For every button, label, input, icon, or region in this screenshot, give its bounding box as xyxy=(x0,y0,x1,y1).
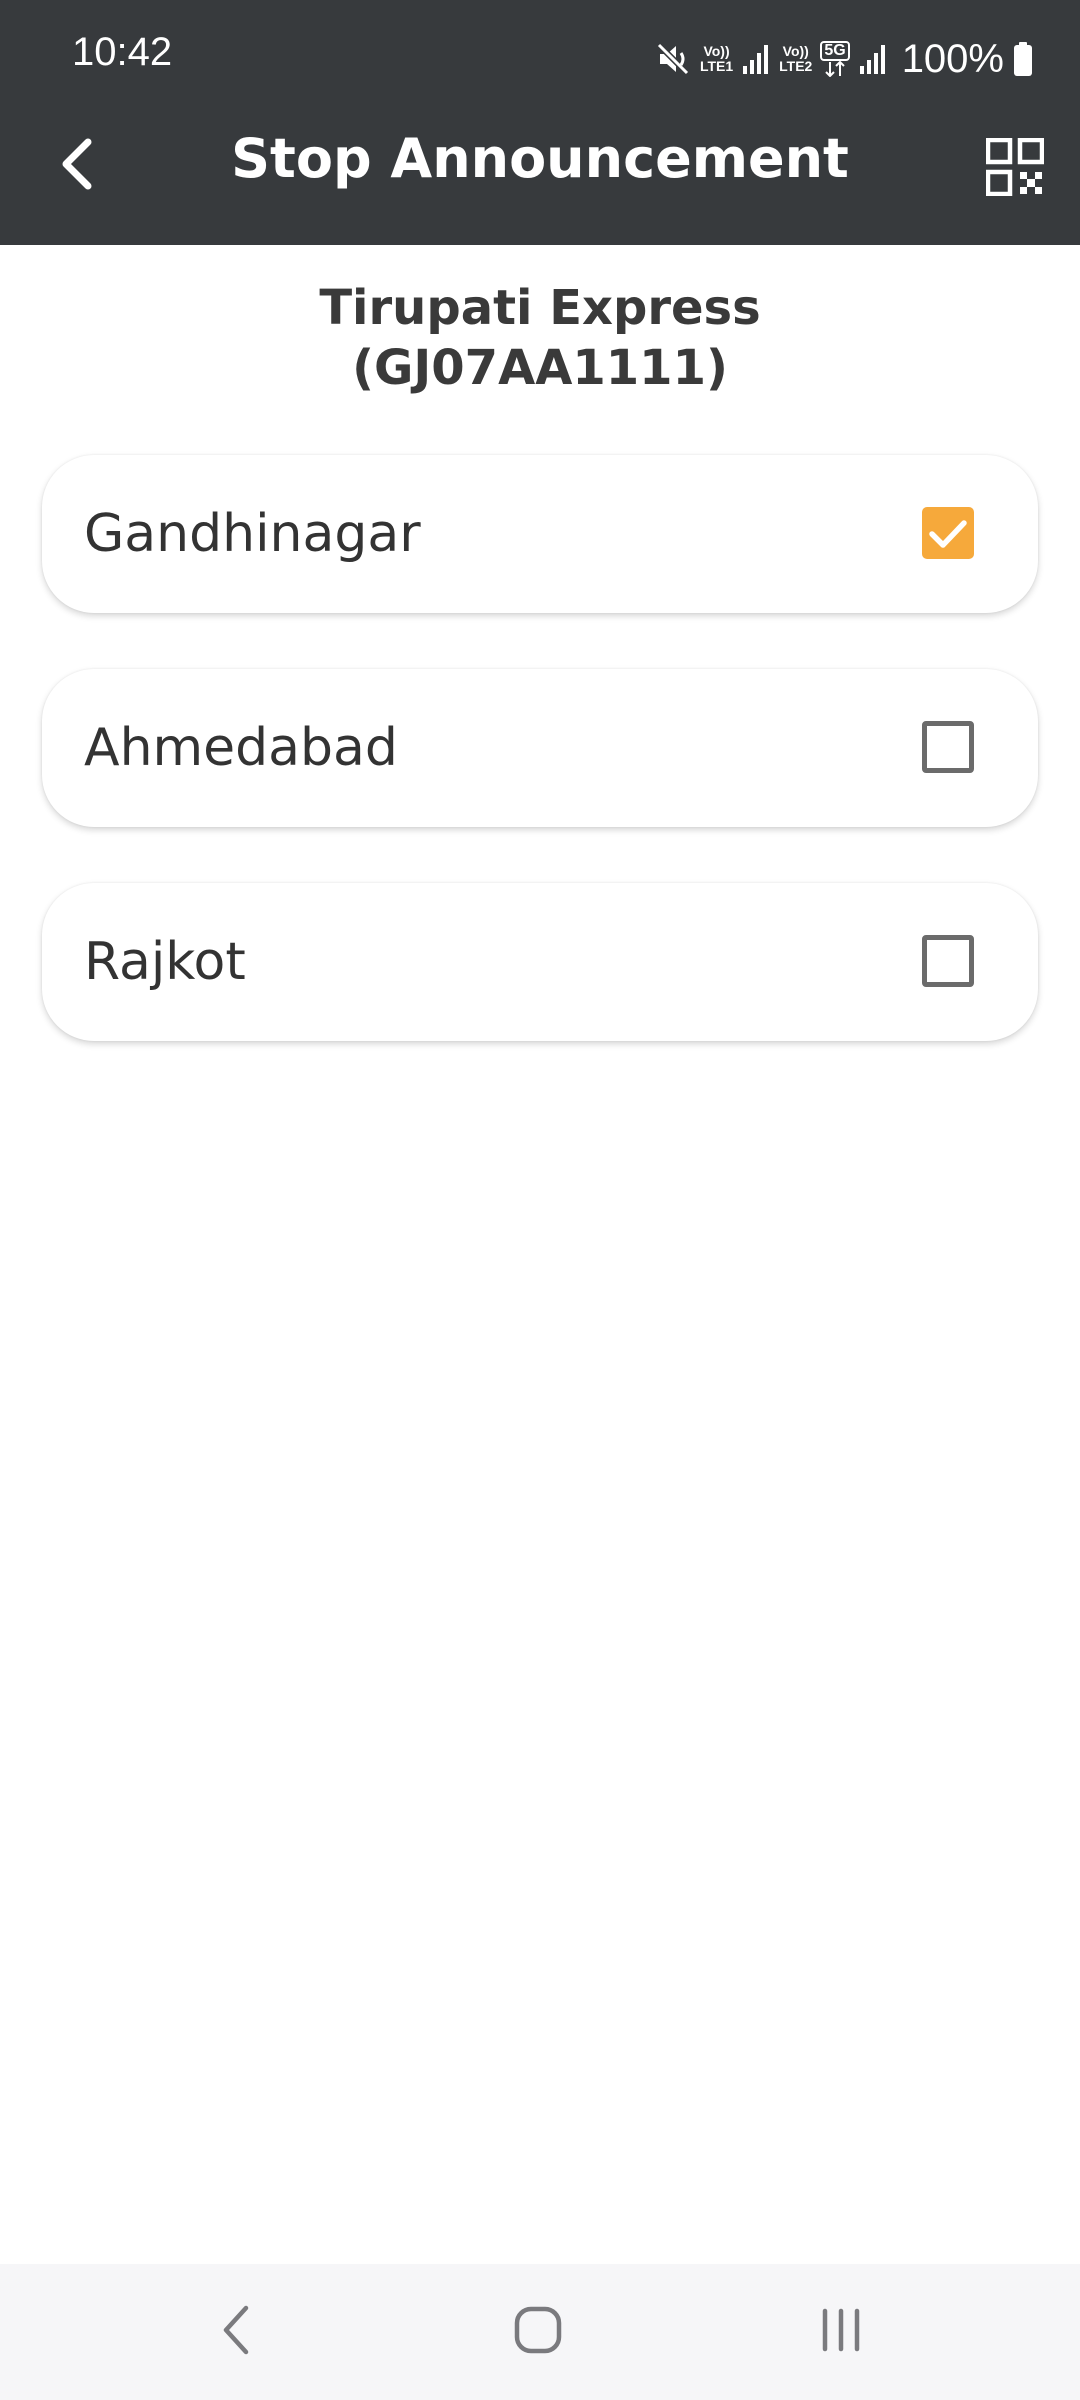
data-transfer-icon xyxy=(823,61,847,77)
stop-checkbox[interactable] xyxy=(922,507,974,559)
stop-name: Gandhinagar xyxy=(84,504,421,564)
sim1-volte-label: Vo)) LTE1 xyxy=(699,43,734,74)
back-icon xyxy=(218,2302,254,2362)
status-time: 10:42 xyxy=(72,30,173,74)
stop-checkbox[interactable] xyxy=(922,935,974,987)
stop-card[interactable]: Gandhinagar xyxy=(42,455,1038,613)
stop-card[interactable]: Rajkot xyxy=(42,883,1038,1041)
signal-icon xyxy=(741,42,771,76)
bus-registration: (GJ07AA1111) xyxy=(352,340,728,396)
qr-code-icon xyxy=(985,137,1045,200)
system-nav-bar xyxy=(0,2264,1080,2400)
mute-icon xyxy=(656,41,692,77)
nav-home-button[interactable] xyxy=(468,2264,608,2400)
recents-icon xyxy=(816,2305,866,2359)
stop-name: Ahmedabad xyxy=(84,718,398,778)
stop-name: Rajkot xyxy=(84,932,246,992)
home-icon xyxy=(513,2305,563,2359)
network-type-label: 5G xyxy=(820,41,850,77)
status-icons: Vo)) LTE1 Vo)) LTE2 5G 100% xyxy=(656,28,1034,90)
page-title: Stop Announcement xyxy=(231,127,849,190)
bus-name: Tirupati Express xyxy=(319,280,761,336)
stop-card[interactable]: Ahmedabad xyxy=(42,669,1038,827)
app-bar: 10:42 Vo)) LTE1 Vo)) LTE2 5G 100% Stop A… xyxy=(0,0,1080,245)
signal-icon xyxy=(858,42,888,76)
nav-recents-button[interactable] xyxy=(771,2264,911,2400)
nav-back-button[interactable] xyxy=(166,2264,306,2400)
bus-heading: Tirupati Express (GJ07AA1111) xyxy=(0,278,1080,398)
stop-checkbox[interactable] xyxy=(922,721,974,773)
sim2-volte-label: Vo)) LTE2 xyxy=(779,43,813,74)
battery-icon xyxy=(1012,41,1034,77)
qr-scan-button[interactable] xyxy=(985,137,1045,197)
battery-percent: 100% xyxy=(901,36,1004,81)
